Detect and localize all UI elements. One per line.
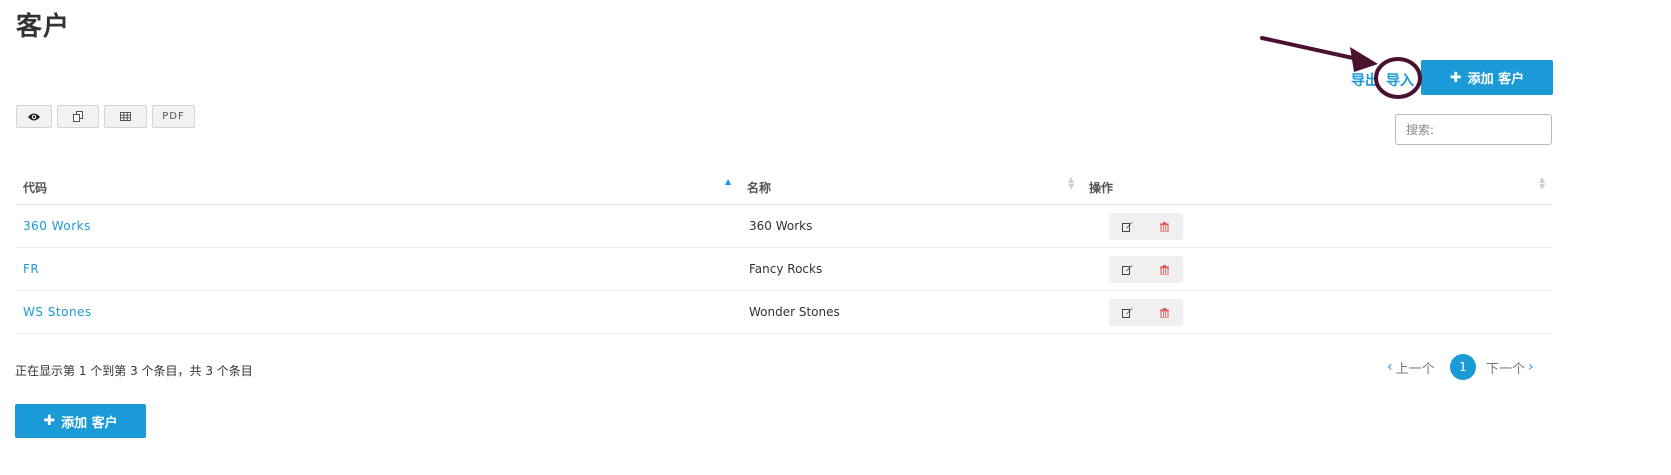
edit-button[interactable] xyxy=(1118,260,1138,280)
edit-icon xyxy=(1122,222,1133,232)
csv-icon xyxy=(120,112,131,121)
sort-icon[interactable]: ▲ ▼ xyxy=(1068,176,1074,191)
column-header-actions[interactable]: 操作 xyxy=(1089,179,1113,196)
trash-icon xyxy=(1160,221,1169,232)
csv-button[interactable] xyxy=(104,105,147,128)
trash-icon xyxy=(1160,264,1169,275)
import-link[interactable]: 导入 xyxy=(1386,70,1414,90)
copy-button[interactable] xyxy=(57,105,99,128)
delete-button[interactable] xyxy=(1155,303,1175,323)
sort-icon[interactable]: ▲ ▼ xyxy=(1539,176,1545,191)
customer-code-link[interactable]: 360 Works xyxy=(23,219,91,233)
row-actions xyxy=(1109,256,1183,283)
add-customer-button[interactable]: ✚ 添加 客户 xyxy=(1421,60,1553,95)
edit-icon xyxy=(1122,308,1133,318)
trash-icon xyxy=(1160,307,1169,318)
delete-button[interactable] xyxy=(1155,260,1175,280)
table-row: FR Fancy Rocks xyxy=(15,248,1552,291)
edit-button[interactable] xyxy=(1118,303,1138,323)
table-row: WS Stones Wonder Stones xyxy=(15,291,1552,334)
customers-page: 客户 导出 导入 ✚ 添加 客户 PDF 搜索: 代码 ▲ 名称 ▲ ▼ 操作 … xyxy=(0,0,1671,475)
sort-asc-icon[interactable]: ▲ xyxy=(725,178,731,186)
plus-icon: ✚ xyxy=(1449,69,1462,86)
customers-table: 代码 ▲ 名称 ▲ ▼ 操作 ▲ ▼ 360 Works 360 Works F… xyxy=(15,168,1552,334)
customer-name: Fancy Rocks xyxy=(749,262,823,276)
row-actions xyxy=(1109,213,1183,240)
customer-code-link[interactable]: WS Stones xyxy=(23,305,92,319)
next-page-label: 下一个 xyxy=(1486,361,1526,377)
delete-button[interactable] xyxy=(1155,217,1175,237)
copy-icon xyxy=(72,111,83,122)
eye-icon xyxy=(28,113,40,120)
table-info: 正在显示第 1 个到第 3 个条目，共 3 个条目 xyxy=(15,364,253,378)
edit-icon xyxy=(1122,265,1133,275)
column-header-name[interactable]: 名称 xyxy=(747,179,771,196)
next-page-button[interactable]: 下一个 › xyxy=(1486,355,1537,379)
table-row: 360 Works 360 Works xyxy=(15,205,1552,248)
page-title: 客户 xyxy=(16,12,71,42)
column-header-code[interactable]: 代码 xyxy=(23,179,47,196)
row-actions xyxy=(1109,299,1183,326)
prev-page-label: 上一个 xyxy=(1395,361,1435,377)
pdf-button[interactable]: PDF xyxy=(152,105,195,128)
search-input[interactable] xyxy=(1395,114,1552,145)
customer-name: Wonder Stones xyxy=(749,305,840,319)
prev-page-button[interactable]: ‹ 上一个 xyxy=(1384,355,1435,379)
export-link[interactable]: 导出 xyxy=(1351,70,1379,90)
annotation-arrow-icon xyxy=(1260,36,1422,99)
chevron-right-icon: › xyxy=(1528,359,1534,375)
customer-code-link[interactable]: FR xyxy=(23,262,39,276)
column-visibility-button[interactable] xyxy=(16,105,52,128)
page-number-current[interactable]: 1 xyxy=(1450,354,1476,380)
table-header: 代码 ▲ 名称 ▲ ▼ 操作 ▲ ▼ xyxy=(15,168,1552,205)
edit-button[interactable] xyxy=(1118,217,1138,237)
customer-name: 360 Works xyxy=(749,219,813,233)
plus-icon: ✚ xyxy=(43,413,56,429)
add-customer-label: 添加 客户 xyxy=(61,415,118,431)
chevron-left-icon: ‹ xyxy=(1387,359,1393,375)
add-customer-label: 添加 客户 xyxy=(1467,72,1525,87)
add-customer-button-bottom[interactable]: ✚ 添加 客户 xyxy=(15,404,146,438)
